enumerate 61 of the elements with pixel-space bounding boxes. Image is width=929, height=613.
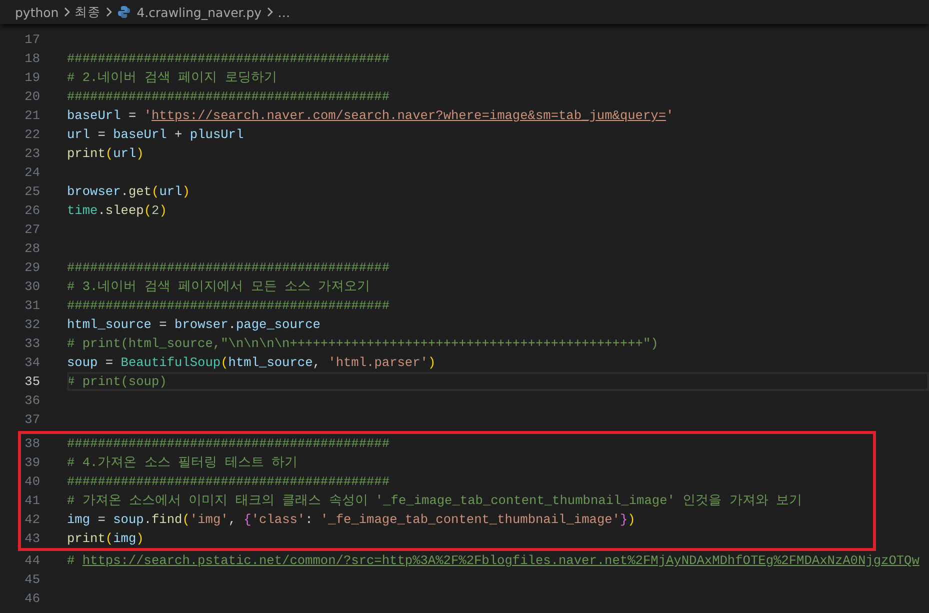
code-comment: # 4.가져온 소스 필터링 테스트 하기: [67, 454, 298, 472]
breadcrumb-item[interactable]: python: [15, 4, 59, 20]
line-number: 38: [24, 435, 40, 453]
code-line: soup = BeautifulSoup(html_source, 'html.parser'): [67, 354, 437, 372]
more-item[interactable]: …: [278, 4, 290, 20]
code-comment: ##########################################: [67, 259, 391, 277]
line-number: 28: [24, 240, 40, 258]
line-number: 19: [24, 69, 40, 87]
line-number: 34: [24, 354, 40, 372]
line-number: 46: [24, 590, 40, 608]
line-number: 24: [24, 164, 40, 182]
line-number: 41: [24, 492, 40, 510]
line-number: 43: [24, 530, 40, 548]
line-number: 27: [24, 221, 40, 239]
code-comment: # print(html_source,"\n\n\n\n++++++++++++++++++++++++++++++++++++++++++++++"): [67, 335, 660, 353]
code-link[interactable]: https://search.naver.com/search.naver?where=image&sm=tab_jum&query=: [152, 108, 666, 123]
breadcrumb-item[interactable]: 4.crawling_naver.py: [136, 4, 262, 20]
line-number: 40: [24, 473, 40, 491]
code-comment: ##########################################: [67, 473, 391, 491]
line-number: 44: [24, 552, 40, 570]
chevron-icon: [106, 7, 112, 17]
line-number: 29: [24, 259, 40, 277]
line-number: 23: [24, 145, 40, 163]
line-number: 32: [24, 316, 40, 334]
code-line: print(img): [67, 530, 145, 548]
code-comment: ##########################################: [67, 88, 391, 106]
code-line: url = baseUrl + plusUrl: [67, 126, 245, 144]
line-number: 36: [24, 392, 40, 410]
code-link[interactable]: https://search.pstatic.net/common/?src=http%3A%2F%2Fblogfiles.naver.net%2FMjAyNDAxMDhfOTEg%2FMDAxNzA0NjgzOTQw: [82, 553, 920, 568]
code-comment: ##########################################: [67, 50, 391, 68]
line-number: 39: [24, 454, 40, 472]
line-number: 33: [24, 335, 40, 353]
line-number: 25: [24, 183, 40, 201]
line-number: 35: [24, 373, 40, 391]
code-line: time.sleep(2): [67, 202, 168, 220]
code-line: img = soup.find('img', {'class': '_fe_image_tab_content_thumbnail_image'}): [67, 511, 636, 529]
line-number: 18: [24, 50, 40, 68]
line-number: 17: [24, 31, 40, 49]
code-line: browser.get(url): [67, 183, 191, 201]
chevron-icon: [266, 7, 273, 17]
code-comment: # 3.네이버 검색 페이지에서 모든 소스 가져오기: [67, 278, 372, 296]
code-line: baseUrl = 'https://search.naver.com/search.naver?where=image&sm=tab_jum&query=': [67, 107, 675, 125]
line-number: 31: [24, 297, 40, 315]
code-comment: # 2.네이버 검색 페이지 로딩하기: [67, 69, 278, 87]
code-line: # https://search.pstatic.net/common/?src=http%3A%2F%2Fblogfiles.naver.net%2FMjAyNDAxMDhfOTEg%2FMDAxNzA0NjgzOTQw: [67, 552, 920, 570]
chevron-icon: [64, 7, 70, 17]
file-type-icon: [116, 5, 131, 19]
code-line: html_source = browser.page_source: [67, 316, 322, 334]
line-number: 22: [24, 126, 40, 144]
code-comment: ##########################################: [67, 435, 391, 453]
code-line: print(url): [67, 145, 145, 163]
line-number: 45: [24, 571, 40, 589]
line-number: 26: [24, 202, 40, 220]
line-number: 21: [24, 107, 40, 125]
line-number: 37: [24, 411, 40, 429]
code-comment: ##########################################: [67, 297, 391, 315]
code-comment: # 가져온 소스에서 이미지 태크의 클래스 속성이 '_fe_image_tab_content_thumbnail_image' 인것을 가져와 보기: [67, 492, 803, 510]
line-number: 42: [24, 511, 40, 529]
line-number: 20: [24, 88, 40, 106]
breadcrumb-item[interactable]: 최종: [74, 4, 101, 20]
line-number: 30: [24, 278, 40, 296]
